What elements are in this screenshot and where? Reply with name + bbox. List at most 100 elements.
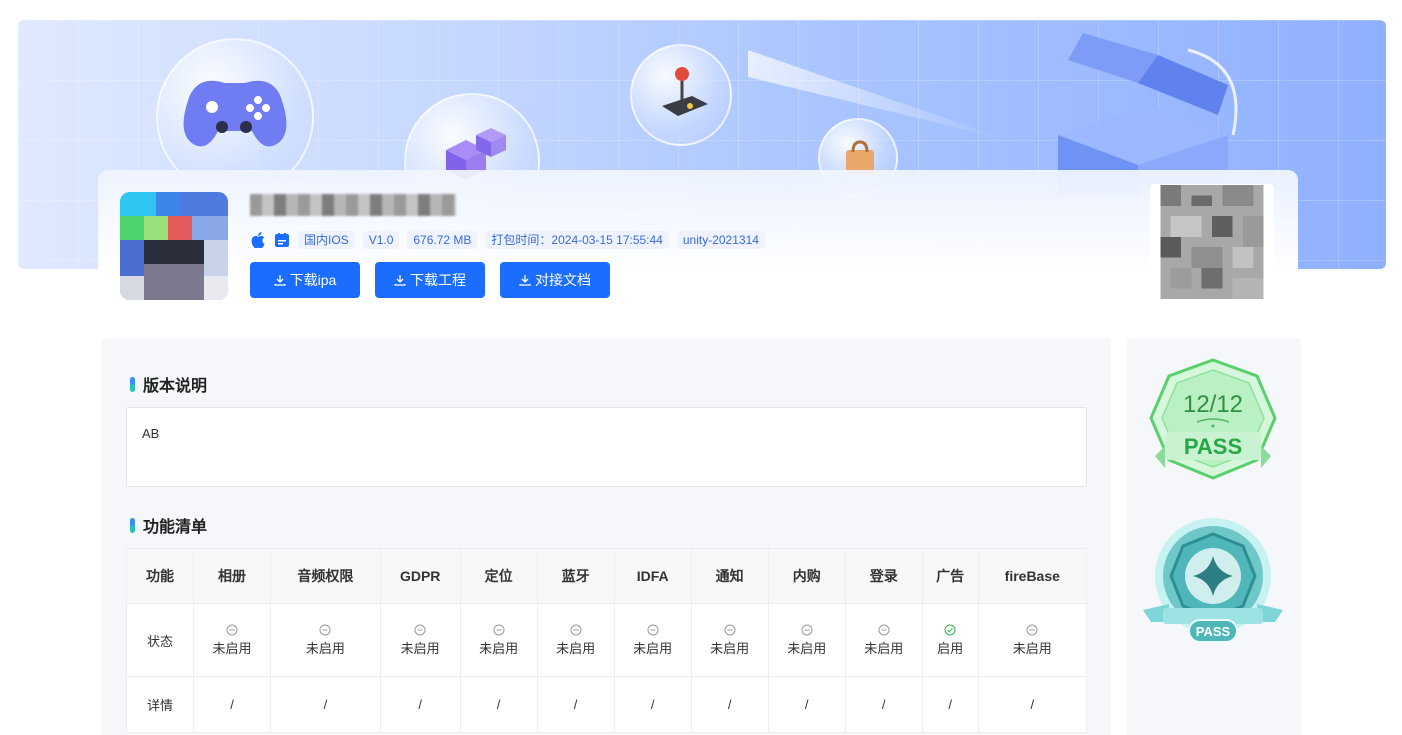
detail-cell: / xyxy=(690,676,769,733)
docs-label: 对接文档 xyxy=(535,272,591,288)
status-cell-content: 未启用 xyxy=(461,624,537,657)
detail-cell: / xyxy=(192,676,272,733)
status-label: 未启用 xyxy=(400,640,440,656)
detail-row: 详情 / / / / / / / / / / / xyxy=(126,676,1088,733)
status-cell-content: 未启用 xyxy=(692,624,768,657)
table-header-cell: IDFA xyxy=(613,548,692,604)
app-icon xyxy=(120,192,228,300)
minus-circle-icon xyxy=(801,624,813,635)
minus-circle-icon xyxy=(319,624,331,635)
table-header-cell: 内购 xyxy=(767,548,846,604)
table-header-cell: 音频权限 xyxy=(270,548,381,604)
app-store-icon xyxy=(274,232,290,248)
download-icon xyxy=(519,275,531,286)
status-label: 未启用 xyxy=(479,640,519,656)
table-header-cell: fireBase xyxy=(977,548,1088,604)
status-cell: 未启用 xyxy=(459,603,538,677)
pass-check-label: PASS xyxy=(1184,434,1242,459)
badge-panel: 12/12 PASS PASS xyxy=(1127,338,1301,735)
status-cell: 未启用 xyxy=(977,603,1088,677)
platform-tag: 国内IOS xyxy=(298,231,355,249)
pass-check-badge: 12/12 PASS xyxy=(1149,358,1277,480)
status-cell-content: 未启用 xyxy=(271,624,380,657)
status-cell: 未启用 xyxy=(192,603,272,677)
version-notes-heading: 版本说明 xyxy=(130,372,207,396)
version-tag: V1.0 xyxy=(362,231,400,249)
joystick-icon xyxy=(662,67,708,116)
download-icon xyxy=(394,275,406,286)
detail-cell: / xyxy=(536,676,615,733)
section-marker xyxy=(130,376,135,392)
minus-circle-icon xyxy=(570,624,582,635)
status-label: 未启用 xyxy=(1012,640,1052,656)
status-label: 未启用 xyxy=(556,640,596,656)
detail-cell: / xyxy=(767,676,846,733)
feature-table: 功能 相册 音频权限 GDPR 定位 蓝牙 IDFA 通知 内购 登录 广告 f… xyxy=(126,548,1088,733)
status-cell-content: 启用 xyxy=(923,624,978,657)
table-header-row: 功能 相册 音频权限 GDPR 定位 蓝牙 IDFA 通知 内购 登录 广告 f… xyxy=(126,548,1088,604)
detail-cell: / xyxy=(977,676,1088,733)
qr-code-redacted[interactable] xyxy=(1150,184,1274,300)
docs-button[interactable]: 对接文档 xyxy=(500,262,610,298)
minus-circle-icon xyxy=(414,624,426,635)
status-cell: 启用 xyxy=(921,603,979,677)
status-row: 状态 未启用 未启用 未启用 未启用 未启用 未启用 未启用 未启用 未启用 启用 未启用 xyxy=(126,603,1088,677)
table-header-cell: 通知 xyxy=(690,548,769,604)
status-cell-content: 未启用 xyxy=(979,624,1086,657)
detail-cell: / xyxy=(613,676,692,733)
download-ipa-label: 下载ipa xyxy=(289,272,337,288)
version-notes-text: AB xyxy=(142,426,160,441)
status-label: 未启用 xyxy=(710,640,750,656)
build-time-tag: 打包时间：2024-03-15 17:55:44 xyxy=(485,231,669,249)
detail-cell: / xyxy=(844,676,923,733)
app-name-redacted xyxy=(250,194,456,216)
table-header-cell: 蓝牙 xyxy=(536,548,615,604)
minus-circle-icon xyxy=(724,624,736,635)
detail-cell: / xyxy=(379,676,461,733)
minus-circle-icon xyxy=(647,624,659,635)
pass-review-label: PASS xyxy=(1196,624,1231,639)
status-cell: 未启用 xyxy=(536,603,615,677)
check-circle-icon xyxy=(944,624,956,635)
table-header-cell: GDPR xyxy=(379,548,461,604)
version-notes-title: 版本说明 xyxy=(143,378,208,395)
detail-cell: / xyxy=(459,676,538,733)
detail-cell: / xyxy=(270,676,381,733)
table-header-cell: 相册 xyxy=(192,548,272,604)
gamepad-icon xyxy=(183,80,287,147)
minus-circle-icon xyxy=(493,624,505,635)
status-cell: 未启用 xyxy=(844,603,923,677)
pass-review-badge: PASS xyxy=(1143,518,1283,643)
features-title: 功能清单 xyxy=(143,519,208,536)
status-cell-content: 未启用 xyxy=(194,624,270,657)
status-cell: 未启用 xyxy=(379,603,461,677)
app-header-card: 国内IOS V1.0 676.72 MB 打包时间：2024-03-15 17:… xyxy=(98,170,1298,320)
status-cell-content: 未启用 xyxy=(615,624,691,657)
download-ipa-button[interactable]: 下载ipa xyxy=(250,262,360,298)
status-label: 未启用 xyxy=(787,640,827,656)
status-label: 未启用 xyxy=(633,640,673,656)
action-buttons: 下载ipa 下载工程 对接文档 xyxy=(250,262,610,298)
table-header-cell: 功能 xyxy=(126,548,194,604)
pass-check-count: 12/12 xyxy=(1183,391,1243,418)
minus-circle-icon xyxy=(878,624,890,635)
row-header-status: 状态 xyxy=(126,603,194,677)
minus-circle-icon xyxy=(1026,624,1038,635)
row-header-detail: 详情 xyxy=(126,676,194,733)
table-header-cell: 定位 xyxy=(459,548,538,604)
status-label: 未启用 xyxy=(212,640,252,656)
status-cell: 未启用 xyxy=(767,603,846,677)
features-heading: 功能清单 xyxy=(130,513,207,537)
status-cell-content: 未启用 xyxy=(846,624,922,657)
detail-cell: / xyxy=(921,676,979,733)
status-label: 启用 xyxy=(937,640,964,656)
joystick-bubble xyxy=(630,44,732,146)
status-cell: 未启用 xyxy=(270,603,381,677)
engine-tag: unity-2021314 xyxy=(676,231,765,249)
status-cell: 未启用 xyxy=(613,603,692,677)
status-label: 未启用 xyxy=(864,640,904,656)
minus-circle-icon xyxy=(226,624,238,635)
download-project-button[interactable]: 下载工程 xyxy=(375,262,485,298)
version-notes-box: AB xyxy=(126,407,1087,487)
download-project-label: 下载工程 xyxy=(410,272,466,288)
